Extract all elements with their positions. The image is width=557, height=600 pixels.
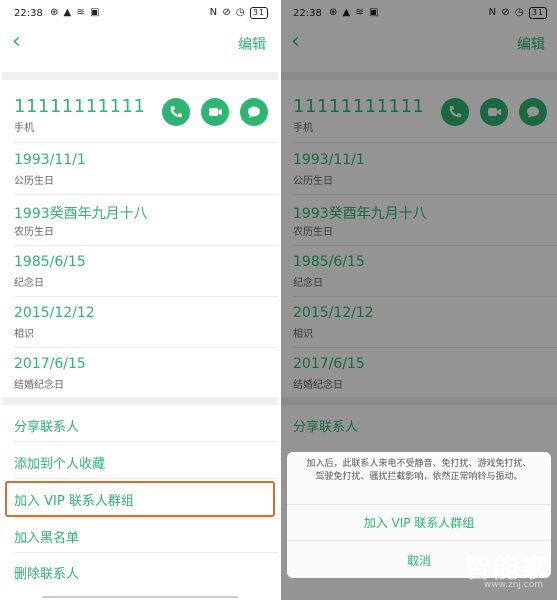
call-button[interactable] <box>162 98 190 126</box>
row-divider <box>14 552 278 553</box>
phone-icon <box>170 106 182 118</box>
date-label: 农历生日 <box>14 227 54 238</box>
status-time: 22:38 <box>14 8 43 19</box>
section-divider <box>2 397 278 405</box>
row-divider <box>14 347 278 348</box>
video-icon <box>209 108 222 116</box>
row-divider <box>14 296 278 297</box>
contact-detail-screen: 22:38 ⊕ ▲ ≋ ▣ N ⊘ ◷ 31 ‹ 编辑 11111111111 … <box>2 0 278 600</box>
delete-contact-item[interactable]: 删除联系人 <box>14 563 79 582</box>
status-bar: 22:38 ⊕ ▲ ≋ ▣ N ⊘ ◷ 31 <box>2 0 278 26</box>
date-label: 结婚纪念日 <box>14 380 64 391</box>
dialog-message: 加入后，此联系人来电不受静音、免打扰、游戏免打扰、驾驶免打扰、骚扰拦截影响，依然… <box>306 459 532 482</box>
dialog-divider <box>287 540 551 541</box>
date-label: 相识 <box>14 329 34 340</box>
date-value[interactable]: 2017/6/15 <box>14 356 86 372</box>
share-contact-item[interactable]: 分享联系人 <box>14 416 79 435</box>
date-value[interactable]: 1985/6/15 <box>14 254 86 270</box>
contact-detail-with-dialog: 22:38 ⊕ ▲ ≋ ▣ N ⊘ ◷ 31 ‹ 编辑 11111111111 … <box>281 0 557 600</box>
top-bar: ‹ 编辑 <box>2 26 278 60</box>
highlight-box <box>5 481 275 517</box>
back-icon[interactable]: ‹ <box>12 30 21 54</box>
video-call-button[interactable] <box>201 98 229 126</box>
dialog-divider <box>287 504 551 505</box>
row-divider <box>14 518 278 519</box>
date-value[interactable]: 1993/11/1 <box>14 152 86 168</box>
date-label: 公历生日 <box>14 176 54 187</box>
status-right-icons: N ⊘ ◷ 31 <box>210 7 268 19</box>
edit-button[interactable]: 编辑 <box>238 34 266 54</box>
message-icon <box>248 106 260 118</box>
row-divider <box>14 441 278 442</box>
row-divider <box>14 245 278 246</box>
date-label: 纪念日 <box>14 278 44 289</box>
status-icons: ⊕ ▲ ≋ ▣ <box>50 7 101 18</box>
row-divider <box>14 142 278 143</box>
battery-icon: 31 <box>249 7 268 19</box>
home-indicator <box>42 596 238 598</box>
phone-type-label: 手机 <box>14 123 34 134</box>
add-favorite-item[interactable]: 添加到个人收藏 <box>14 453 105 472</box>
section-divider <box>2 72 278 80</box>
watermark: 智能家 www.znj.com <box>453 548 549 596</box>
row-divider <box>14 194 278 195</box>
row-divider <box>14 478 278 479</box>
status-system-icons: N ⊘ ◷ <box>209 7 246 18</box>
date-value[interactable]: 2015/12/12 <box>14 305 95 321</box>
dialog-confirm-button[interactable]: 加入 VIP 联系人群组 <box>287 514 551 531</box>
message-button[interactable] <box>240 98 268 126</box>
watermark-url: www.znj.com <box>483 580 543 590</box>
phone-number[interactable]: 11111111111 <box>14 96 145 117</box>
add-blacklist-item[interactable]: 加入黑名单 <box>14 527 79 546</box>
date-value[interactable]: 1993癸酉年九月十八 <box>14 203 148 223</box>
